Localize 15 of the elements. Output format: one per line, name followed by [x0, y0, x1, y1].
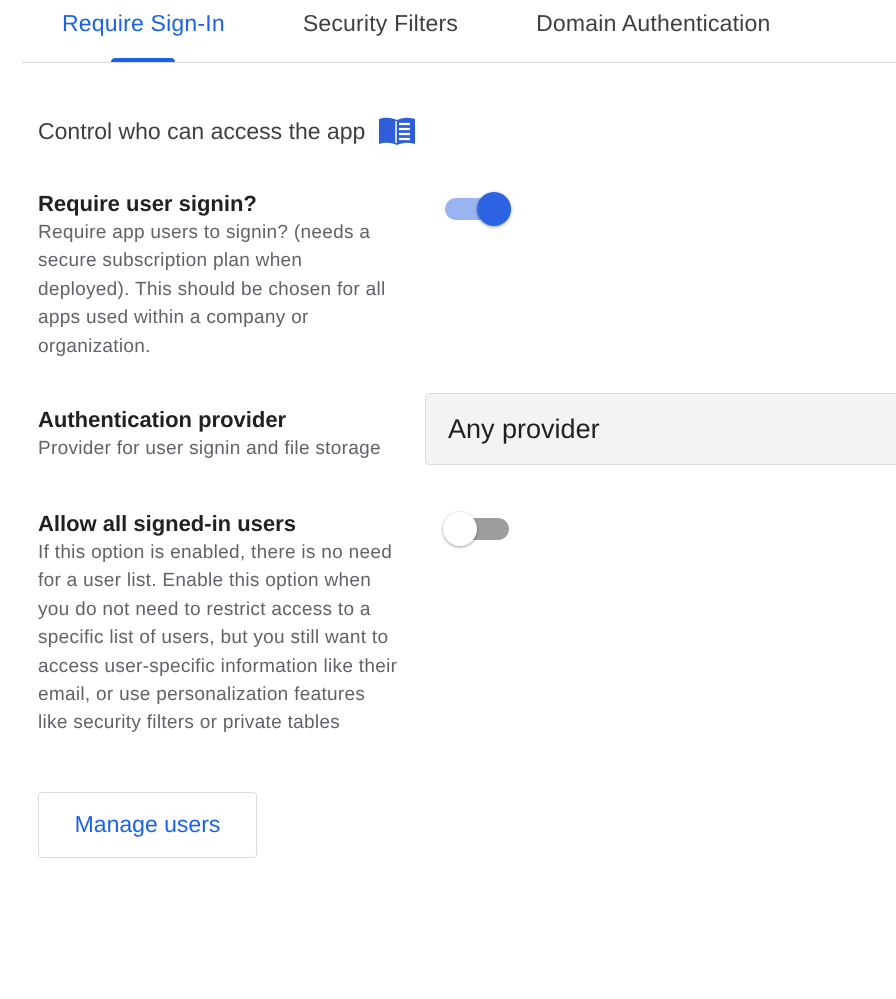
setting-title: Require user signin?	[38, 190, 258, 218]
toggle-switch[interactable]	[443, 191, 511, 227]
setting-description: Provider for user signin and file storage	[38, 437, 382, 462]
setting-title: Authentication provider	[38, 406, 288, 434]
section-intro: Control who can access the app	[38, 118, 366, 144]
provider-dropdown[interactable]: Any provider	[425, 393, 896, 466]
manage-users-button[interactable]: Manage users	[38, 792, 257, 858]
setting-description: Require app users to signin? (needs a secure subscription plan when deployed). This should be chosen for all apps used within a company or organization.	[38, 221, 387, 359]
book-icon[interactable]	[377, 115, 418, 147]
setting-description: If this option is enabled, there is no need for a user list. Enable this option when you do not need to restrict access to a specific list of users, but you still want to access user-specific information like their email, or use personalization features like security filters or private tables	[38, 541, 398, 736]
tab[interactable]: Domain Authentication	[497, 0, 810, 62]
toggle-switch[interactable]	[443, 511, 511, 548]
setting-title: Allow all signed-in users	[38, 510, 297, 538]
tab[interactable]: Require Sign-In	[22, 0, 264, 62]
tab[interactable]: Security Filters	[264, 0, 498, 62]
